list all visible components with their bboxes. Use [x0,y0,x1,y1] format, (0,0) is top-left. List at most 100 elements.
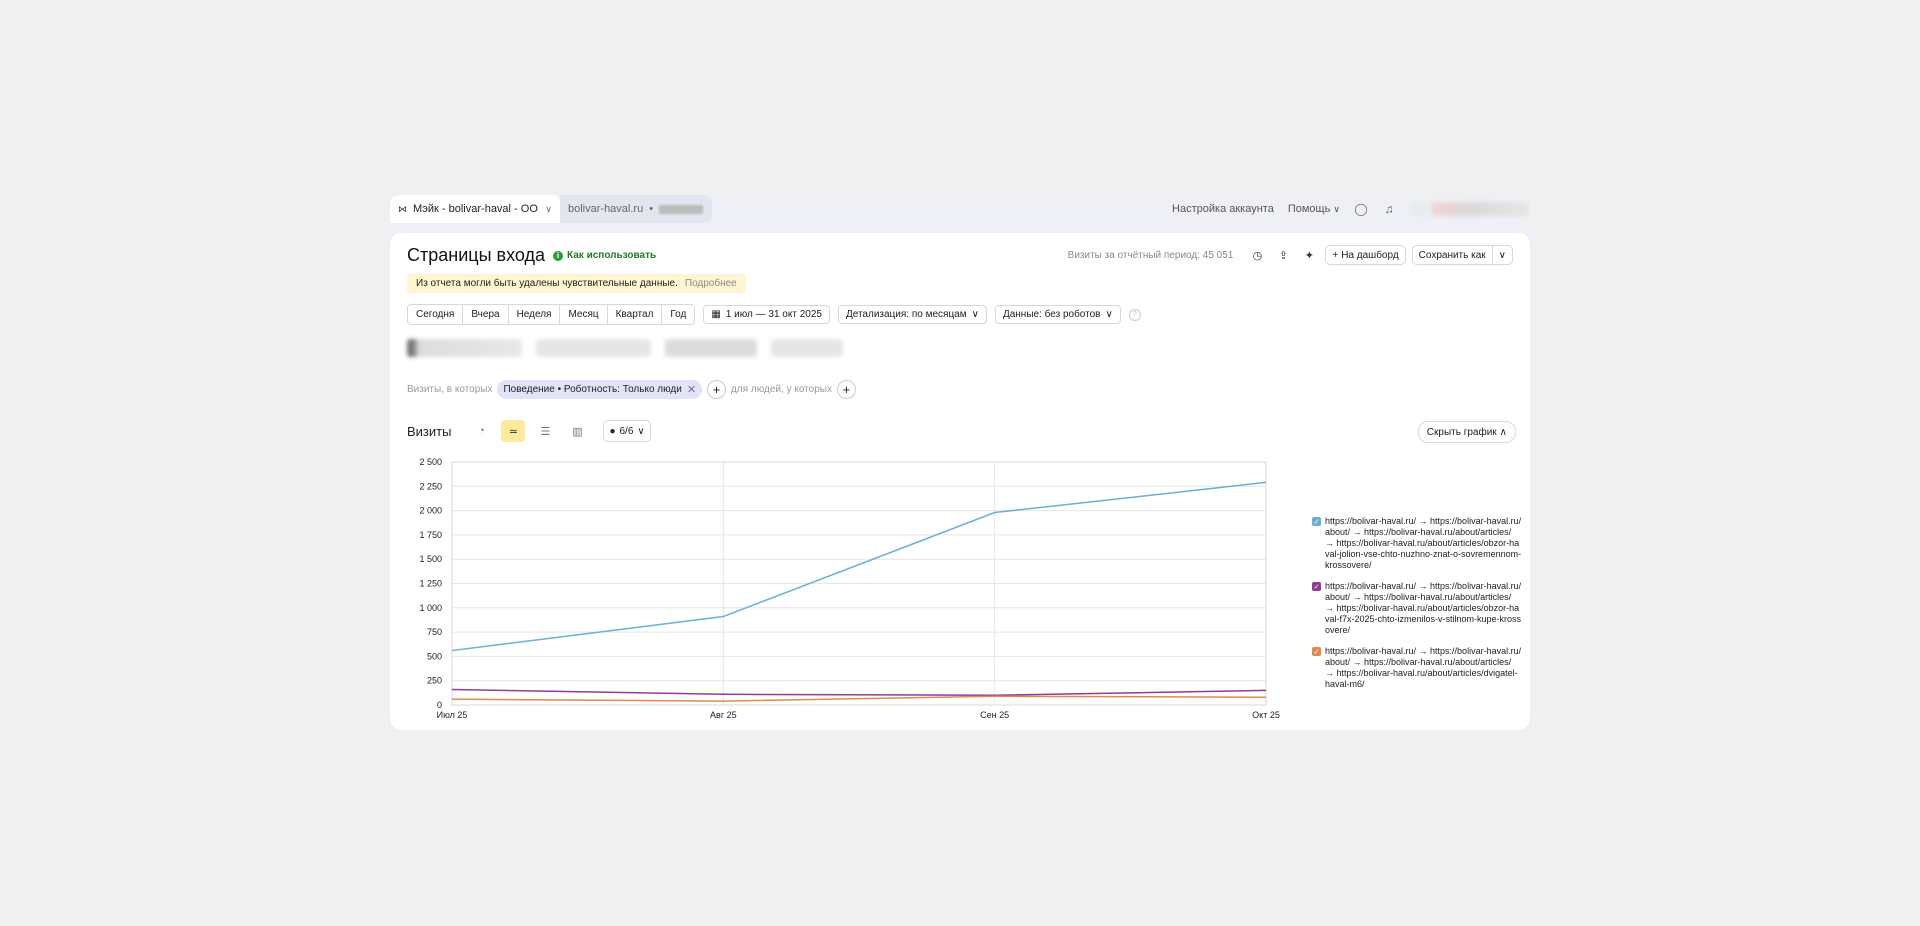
export-icon[interactable]: ⇪ [1273,245,1293,265]
save-as-button[interactable]: Сохранить как [1411,245,1493,265]
add-visit-filter-button[interactable]: + [707,380,727,399]
bell-icon[interactable]: ♫ [1382,202,1396,216]
series-selector[interactable]: ● 6/6 ∨ [603,420,651,442]
ai-assistant-icon[interactable]: ✦ [1299,245,1319,265]
chevron-down-icon: ∨ [545,203,552,214]
y-tick-label: 2 250 [419,481,442,491]
chevron-down-icon: ∨ [971,309,979,320]
series-icon: ● [609,425,616,437]
y-tick-label: 1 000 [419,603,442,613]
area-chart-icon[interactable]: ☰ [533,420,557,442]
bar-chart-icon[interactable]: ▥ [565,420,589,442]
chevron-down-icon: ∨ [637,425,645,437]
blurred-dimension[interactable] [407,339,522,357]
detail-label: Детализация: по месяцам [845,309,967,320]
y-tick-label: 1 250 [419,579,442,589]
user-avatar[interactable] [1410,202,1530,216]
series-count: 6/6 [619,425,634,437]
page-title: Страницы входа [407,245,545,265]
blurred-counter-id [659,204,704,214]
add-to-dashboard-button[interactable]: + На дашборд [1325,245,1406,265]
report-panel: Страницы входа i Как использовать Визиты… [390,233,1530,730]
series-line-3 [451,695,1267,702]
chart-title: Визиты [407,423,452,439]
y-tick-label: 0 [437,700,442,710]
visits-total: Визиты за отчётный период: 45 051 [1067,249,1234,261]
hide-chart-button[interactable]: Скрыть график ∧ [1417,421,1516,443]
save-options-chevron-icon[interactable]: ∨ [1492,245,1513,265]
period-week[interactable]: Неделя [509,305,561,324]
data-filter-dropdown[interactable]: Данные: без роботов ∨ [994,305,1121,324]
x-tick-label: Июл 25 [437,710,468,720]
add-to-dashboard-label: На дашборд [1341,249,1399,261]
period-month[interactable]: Месяц [560,305,608,324]
legend-item[interactable]: ✓ https://bolivar-haval.ru/ → https://bol… [1312,646,1522,690]
chevron-down-icon: ∨ [1105,309,1113,320]
detail-dropdown[interactable]: Детализация: по месяцам ∨ [837,305,987,324]
series-line-1 [451,481,1267,652]
how-to-use-label: Как использовать [567,250,657,261]
blurred-dimension[interactable] [536,339,651,357]
how-to-use-link[interactable]: i Как использовать [553,250,656,261]
x-tick-label: Авг 25 [710,710,737,720]
y-tick-label: 750 [427,627,442,637]
series-line-2 [451,688,1267,697]
counter-selector[interactable]: ⋈ Мэйк - bolivar-haval - ОО... ∨ [390,195,560,223]
counter-name: Мэйк - bolivar-haval - ОО... [413,203,540,215]
legend-label: https://bolivar-haval.ru/ → https://boli… [1325,581,1522,635]
blurred-dimensions-row [407,339,843,357]
site-tab[interactable]: bolivar-haval.ru • [560,195,712,223]
period-quarter[interactable]: Квартал [608,305,663,324]
legend-item[interactable]: ✓ https://bolivar-haval.ru/ → https://bol… [1312,581,1522,636]
notice-more-link[interactable]: Подробнее [685,278,737,289]
site-separator: • [649,203,654,215]
sensitive-data-notice: Из отчета могли быть удалены чувствитель… [407,274,746,293]
y-tick-label: 1 750 [419,530,442,540]
period-yesterday[interactable]: Вчера [463,305,509,324]
blurred-dimension[interactable] [665,339,757,357]
data-filter-label: Данные: без роботов [1002,309,1101,320]
period-year[interactable]: Год [662,305,694,324]
date-range-picker[interactable]: ▦ 1 июл — 31 окт 2025 [703,305,830,324]
clock-icon[interactable]: ◷ [1247,245,1267,265]
segment-chip[interactable]: Поведение • Роботность: Только люди ✕ [497,380,703,399]
y-tick-label: 250 [427,676,442,686]
site-name: bolivar-haval.ru [568,203,644,215]
info-icon: i [553,250,563,261]
blurred-dimension[interactable] [771,339,843,357]
period-selector: Сегодня Вчера Неделя Месяц Квартал Год [407,304,696,325]
y-tick-label: 1 500 [419,554,442,564]
legend-label: https://bolivar-haval.ru/ → https://boli… [1325,646,1522,689]
y-tick-label: 500 [427,651,442,661]
pie-chart-icon[interactable]: ◔ [469,420,493,442]
line-chart: 2 500 2 250 2 000 1 750 1 500 1 250 1 000 750 50… [419,457,1280,720]
top-right-menu: Настройка аккаунта Помощь ∨ ◯ ♫ [1172,195,1530,223]
legend-label: https://bolivar-haval.ru/ → https://boli… [1325,516,1522,570]
people-filter-label: для людей, у которых [731,384,832,395]
question-icon[interactable]: ? [1128,308,1141,321]
counter-icon: ⋈ [398,203,407,214]
account-settings-link[interactable]: Настройка аккаунта [1172,203,1274,215]
y-tick-label: 2 500 [419,457,442,467]
legend-checkbox[interactable]: ✓ [1312,582,1321,591]
x-tick-label: Окт 25 [1252,710,1280,720]
help-menu[interactable]: Помощь ∨ [1288,203,1340,215]
x-tick-label: Сен 25 [980,710,1009,720]
add-people-filter-button[interactable]: + [836,380,856,399]
notice-text: Из отчета могли быть удалены чувствитель… [416,278,678,289]
y-tick-label: 2 000 [419,506,442,516]
chat-icon[interactable]: ◯ [1354,202,1368,216]
legend-checkbox[interactable]: ✓ [1312,647,1321,656]
hide-chart-label: Скрыть график [1426,426,1497,438]
chart-legend: ✓ https://bolivar-haval.ru/ → https://bol… [1312,516,1522,700]
close-icon[interactable]: ✕ [687,383,696,396]
chevron-down-icon: ∨ [1333,204,1340,214]
legend-checkbox[interactable]: ✓ [1312,517,1321,526]
date-range-label: 1 июл — 31 окт 2025 [725,309,822,320]
line-chart-icon[interactable]: ≃ [501,420,526,442]
plus-icon: + [1332,249,1339,261]
period-today[interactable]: Сегодня [408,305,464,324]
legend-item[interactable]: ✓ https://bolivar-haval.ru/ → https://bol… [1312,516,1522,571]
segment-chip-label: Поведение • Роботность: Только люди [503,384,682,395]
chevron-up-icon: ∧ [1499,426,1507,438]
